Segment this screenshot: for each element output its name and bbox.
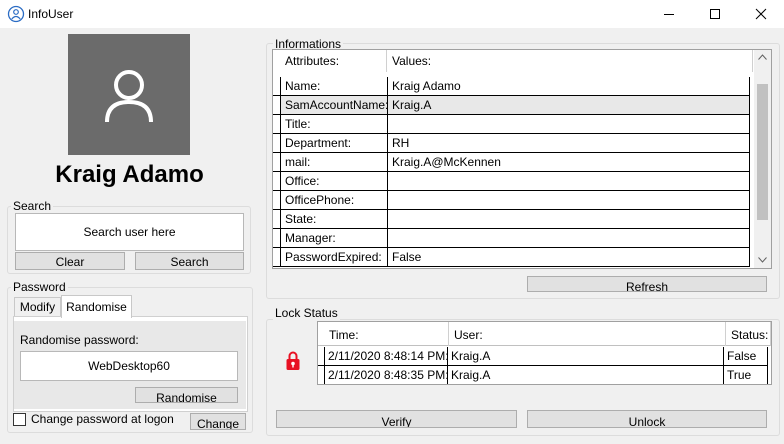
value-cell: RH — [388, 134, 750, 153]
change-button-label: Change — [196, 417, 240, 430]
attribute-cell: Title: — [280, 115, 388, 134]
table-row[interactable]: Title: — [273, 115, 750, 134]
unlock-button-label: Unlock — [628, 415, 666, 428]
minimize-button[interactable] — [646, 0, 692, 28]
scroll-up-icon[interactable] — [758, 54, 767, 60]
password-group-label: Password — [11, 280, 68, 294]
close-icon — [755, 8, 767, 20]
window-title: InfoUser — [28, 7, 74, 21]
refresh-button-label: Refresh — [625, 280, 669, 292]
value-cell — [388, 210, 750, 229]
unlock-button[interactable]: Unlock — [527, 410, 767, 428]
column-header-status[interactable]: Status: — [726, 322, 771, 346]
verify-button-label: Verify — [381, 415, 412, 428]
user-cell: Kraig.A — [448, 366, 724, 384]
app-icon — [7, 5, 25, 23]
value-cell: False — [388, 248, 750, 267]
informations-grid-header: Attributes: Values: — [273, 50, 753, 72]
user-display-name: Kraig Adamo — [55, 161, 204, 188]
table-row[interactable]: mail: Kraig.A@McKennen — [273, 153, 750, 172]
verify-button[interactable]: Verify — [276, 410, 517, 428]
scrollbar-thumb[interactable] — [757, 84, 768, 220]
table-row[interactable]: Department: RH — [273, 134, 750, 153]
search-input[interactable]: Search user here — [15, 213, 244, 251]
change-password-at-logon-label: Change password at logon — [31, 412, 174, 426]
attribute-cell: SamAccountName: — [280, 96, 388, 115]
column-header-user[interactable]: User: — [449, 322, 726, 346]
status-cell: True — [724, 366, 768, 384]
attribute-cell: PasswordExpired: — [280, 248, 388, 267]
maximize-icon — [710, 9, 720, 19]
table-row[interactable]: 2/11/2020 8:48:14 PM: Kraig.A False — [318, 347, 768, 366]
maximize-button[interactable] — [692, 0, 738, 28]
change-password-at-logon-checkbox[interactable] — [13, 413, 26, 426]
randomise-button-label: Randomise — [156, 391, 217, 403]
user-icon — [105, 69, 153, 122]
avatar — [68, 34, 190, 155]
table-row[interactable]: OfficePhone: — [273, 191, 750, 210]
table-row[interactable]: SamAccountName: Kraig.A — [273, 96, 750, 115]
value-cell — [388, 172, 750, 191]
table-row[interactable]: Office: — [273, 172, 750, 191]
column-header-values[interactable]: Values: — [387, 50, 753, 72]
attribute-cell: mail: — [280, 153, 388, 172]
status-cell: False — [724, 347, 768, 366]
column-header-time[interactable]: Time: — [318, 322, 449, 346]
search-button[interactable]: Search — [135, 252, 244, 270]
minimize-icon — [664, 14, 674, 15]
informations-scrollbar[interactable] — [754, 50, 771, 268]
table-row[interactable]: 2/11/2020 8:48:35 PM: Kraig.A True — [318, 366, 768, 384]
table-row[interactable]: PasswordExpired: False — [273, 248, 750, 267]
value-cell: Kraig.A@McKennen — [388, 153, 750, 172]
time-cell: 2/11/2020 8:48:14 PM: — [324, 347, 448, 366]
value-cell — [388, 229, 750, 248]
close-button[interactable] — [738, 0, 784, 28]
generated-password-field[interactable]: WebDesktop60 — [20, 351, 238, 381]
attribute-cell: OfficePhone: — [280, 191, 388, 210]
lock-status-grid[interactable]: Time: User: Status: 2/11/2020 8:48:14 PM… — [317, 321, 772, 385]
clear-button-label: Clear — [55, 255, 85, 269]
window-client-area: Kraig Adamo Search Search user here Clea… — [0, 28, 784, 444]
search-button-label: Search — [170, 255, 209, 269]
column-header-attributes[interactable]: Attributes: — [273, 50, 387, 72]
user-cell: Kraig.A — [448, 347, 724, 366]
clear-button[interactable]: Clear — [15, 252, 125, 270]
table-row[interactable]: Name: Kraig Adamo — [273, 77, 750, 96]
refresh-button[interactable]: Refresh — [527, 276, 767, 292]
value-cell: Kraig Adamo — [388, 77, 750, 96]
value-cell — [388, 115, 750, 134]
tab-modify[interactable]: Modify — [14, 297, 61, 317]
change-button[interactable]: Change — [190, 413, 246, 430]
tab-randomise[interactable]: Randomise — [61, 295, 132, 318]
randomise-button[interactable]: Randomise — [135, 387, 238, 403]
attribute-cell: Manager: — [280, 229, 388, 248]
lock-icon — [286, 351, 300, 370]
attribute-cell: State: — [280, 210, 388, 229]
table-row[interactable]: State: — [273, 210, 750, 229]
attribute-cell: Name: — [280, 77, 388, 96]
table-row[interactable]: Manager: — [273, 229, 750, 248]
time-cell: 2/11/2020 8:48:35 PM: — [324, 366, 448, 384]
attribute-cell: Office: — [280, 172, 388, 191]
informations-grid[interactable]: Attributes: Values: Name: Kraig Adamo Sam… — [272, 49, 772, 269]
randomise-password-label: Randomise password: — [20, 333, 139, 347]
lock-status-grid-header: Time: User: Status: — [318, 322, 771, 346]
title-bar: InfoUser — [0, 0, 784, 28]
scroll-down-icon[interactable] — [758, 257, 767, 263]
value-cell: Kraig.A — [388, 96, 750, 115]
lock-status-group-label: Lock Status — [273, 306, 340, 320]
value-cell — [388, 191, 750, 210]
search-group-label: Search — [11, 199, 54, 213]
attribute-cell: Department: — [280, 134, 388, 153]
